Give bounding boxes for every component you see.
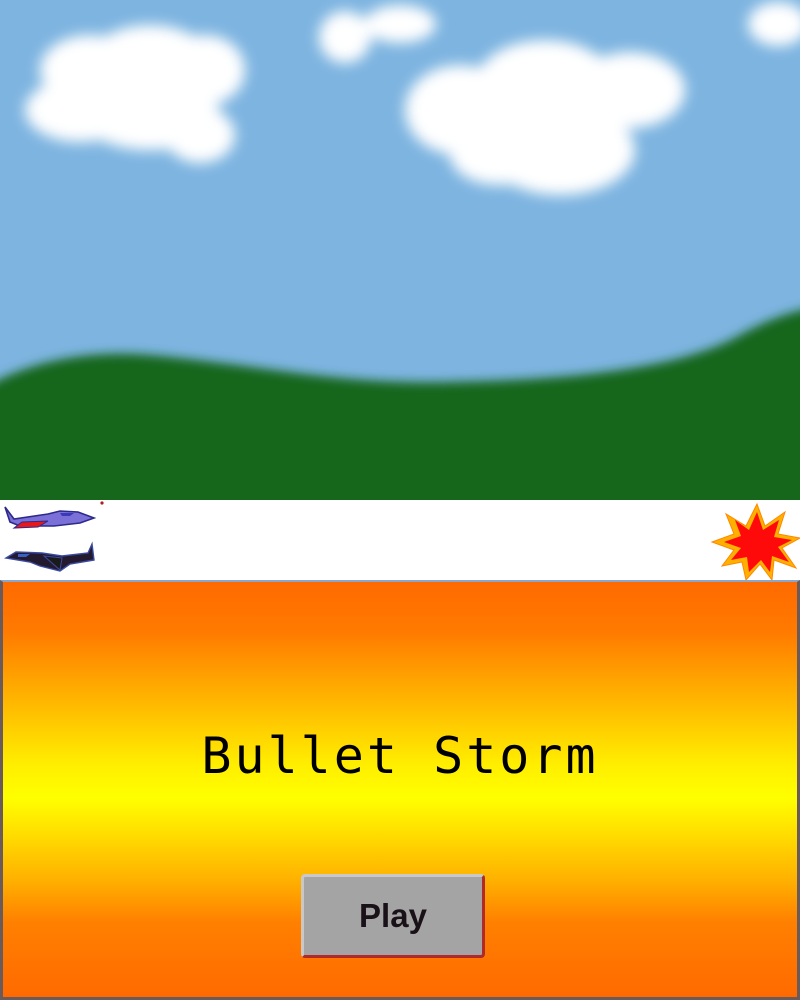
game-title: Bullet Storm [201,727,599,785]
game-scene [0,0,800,500]
player-jet-sprite [4,501,104,529]
sprite-strip [0,500,800,580]
sprite-sheet [4,501,800,580]
enemy-jet-sprite [4,541,95,572]
landscape-background [0,0,800,500]
play-button[interactable]: Play [301,874,485,958]
title-menu: Bullet Storm Play [0,580,800,1000]
explosion-sprite [710,502,800,580]
